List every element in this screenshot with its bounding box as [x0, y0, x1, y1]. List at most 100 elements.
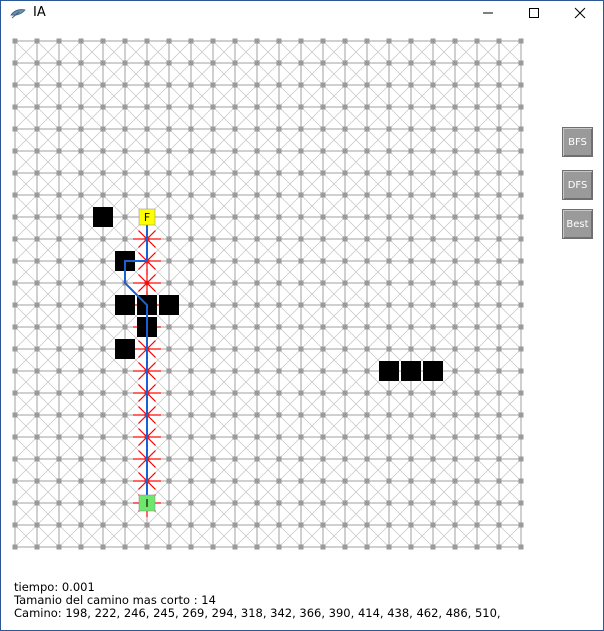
grid-node [254, 390, 260, 396]
grid-node [320, 412, 326, 418]
grid-node [166, 236, 172, 242]
expanded-edge [138, 450, 148, 460]
search-grid-board[interactable]: IF [7, 33, 551, 577]
grid-node [56, 214, 62, 220]
grid-node [188, 324, 194, 330]
grid-node [342, 456, 348, 462]
grid-node [386, 390, 392, 396]
grid-node [232, 412, 238, 418]
grid-node [430, 500, 436, 506]
grid-node [276, 302, 282, 308]
grid-node [100, 126, 106, 132]
grid-node [276, 148, 282, 154]
expanded-edge [146, 282, 156, 292]
grid-node [122, 368, 128, 374]
grid-node [386, 324, 392, 330]
grid-node [364, 236, 370, 242]
grid-node [144, 544, 150, 550]
grid-node [276, 390, 282, 396]
grid-node [518, 412, 524, 418]
grid-node [254, 368, 260, 374]
grid-node [386, 478, 392, 484]
grid-node [298, 60, 304, 66]
grid-node [166, 500, 172, 506]
grid-node [12, 38, 18, 44]
grid-node [452, 522, 458, 528]
bfs-button[interactable]: BFS [562, 127, 593, 157]
grid-node [100, 236, 106, 242]
expanded-edge [138, 274, 148, 284]
grid-node [518, 544, 524, 550]
grid-node [386, 522, 392, 528]
grid-node [342, 522, 348, 528]
app-window: IA IF BFS DFS Best tiempo: 0.001 Tamanio… [0, 0, 604, 631]
grid-node [364, 126, 370, 132]
grid-node [342, 280, 348, 286]
close-button[interactable] [557, 1, 603, 25]
grid-node [452, 544, 458, 550]
grid-node [452, 60, 458, 66]
grid-node [408, 148, 414, 154]
grid-node [254, 192, 260, 198]
grid-node [78, 236, 84, 242]
grid-node [166, 412, 172, 418]
grid-node [430, 170, 436, 176]
grid-node [78, 302, 84, 308]
grid-node [166, 192, 172, 198]
grid-node [386, 60, 392, 66]
grid-node [320, 38, 326, 44]
expanded-edge [146, 450, 156, 460]
grid-node [56, 302, 62, 308]
grid-node [320, 148, 326, 154]
grid-node [408, 170, 414, 176]
expanded-edge [146, 458, 156, 468]
expanded-edge [146, 428, 156, 438]
grid-node [210, 280, 216, 286]
grid-node [34, 368, 40, 374]
obstacle-cell [423, 361, 443, 381]
grid-node [452, 104, 458, 110]
expanded-edge [146, 384, 156, 394]
grid-node [364, 324, 370, 330]
expanded-edge [138, 436, 148, 446]
dfs-button[interactable]: DFS [562, 170, 593, 200]
grid-node [210, 60, 216, 66]
grid-node [34, 544, 40, 550]
grid-node [122, 148, 128, 154]
grid-node [342, 390, 348, 396]
grid-node [56, 126, 62, 132]
grid-node [408, 302, 414, 308]
grid-node [188, 192, 194, 198]
grid-node [166, 126, 172, 132]
grid-node [122, 522, 128, 528]
grid-node [408, 346, 414, 352]
grid-node [496, 324, 502, 330]
expanded-edge [146, 362, 156, 372]
maximize-button[interactable] [511, 1, 557, 25]
grid-node [496, 126, 502, 132]
grid-node [144, 148, 150, 154]
grid-node [474, 60, 480, 66]
grid-node [34, 148, 40, 154]
grid-node [188, 412, 194, 418]
grid-node [166, 324, 172, 330]
expanded-edge [146, 436, 156, 446]
grid-node [518, 258, 524, 264]
expanded-edge [138, 472, 148, 482]
grid-node [430, 60, 436, 66]
grid-node [188, 236, 194, 242]
grid-node [166, 82, 172, 88]
best-button[interactable]: Best [562, 209, 593, 239]
grid-node [474, 104, 480, 110]
grid-node [188, 126, 194, 132]
grid-node [34, 258, 40, 264]
grid-node [474, 258, 480, 264]
expanded-edge [138, 362, 148, 372]
grid-node [452, 236, 458, 242]
minimize-button[interactable] [465, 1, 511, 25]
grid-node [56, 456, 62, 462]
grid-node [232, 522, 238, 528]
grid-node [320, 104, 326, 110]
grid-node [232, 368, 238, 374]
title-bar: IA [1, 1, 603, 25]
